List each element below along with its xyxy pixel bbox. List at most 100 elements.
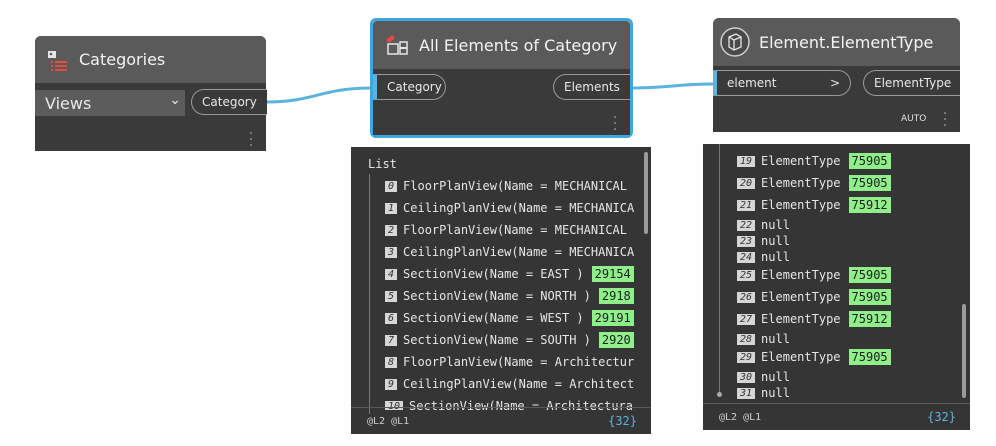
list-item: 2 FloorPlanView(Name = MECHANICAL: [385, 221, 627, 239]
element-type-input-port-label: element: [727, 76, 777, 90]
list-item-value: FloorPlanView(Name = MECHANICAL: [403, 223, 627, 237]
element-id-badge: 75912: [848, 311, 891, 327]
preview-list-header: List: [368, 157, 397, 171]
list-item: 6 SectionView(Name = WEST ) 29191: [385, 309, 634, 327]
categories-output-port-label: Category: [202, 95, 257, 109]
preview-footer-levels: @L2 @L1: [367, 416, 410, 427]
preview-scrollbar[interactable]: [644, 152, 648, 234]
list-item-value: CeilingPlanView(Name = Architect: [403, 377, 635, 391]
list-item-index: 1: [385, 202, 398, 214]
list-item: 0 FloorPlanView(Name = MECHANICAL: [385, 177, 627, 195]
list-item-value: null: [761, 332, 790, 346]
list-item-index: 0: [385, 180, 398, 192]
list-item-value: null: [761, 250, 790, 264]
all-elements-input-port[interactable]: Category: [373, 74, 446, 100]
categories-node-title: Categories: [79, 50, 166, 69]
list-item-value: null: [761, 218, 790, 232]
list-item-index: 26: [737, 291, 756, 303]
list-item-value: ElementType: [761, 290, 841, 304]
wire-categories-to-all-elements: [265, 86, 373, 104]
all-elements-node-title: All Elements of Category: [419, 35, 618, 55]
wire-all-elements-to-element-type: [629, 82, 714, 90]
list-item-index: 28: [737, 333, 756, 345]
all-elements-node-menu-icon[interactable]: · · ·: [612, 111, 618, 137]
element-type-icon: [719, 26, 751, 58]
categories-dropdown[interactable]: Views ⌄: [35, 90, 185, 116]
list-item: 21 ElementType 75912: [737, 196, 891, 214]
list-item-index: 2: [385, 224, 398, 236]
list-item-value: null: [761, 386, 790, 400]
element-type-input-port[interactable]: element >: [713, 70, 851, 96]
list-item: 25 ElementType 75905: [737, 266, 891, 284]
all-elements-preview: List 0 FloorPlanView(Name = MECHANICAL 1 Ce…: [351, 147, 651, 434]
preview-footer-count: {32}: [927, 410, 956, 424]
list-item-index: 7: [385, 334, 398, 346]
list-item-index: 29: [737, 351, 756, 363]
list-item-value: SectionView(Name = SOUTH ): [403, 333, 591, 347]
preview-footer-levels: @L2 @L1: [719, 412, 762, 423]
all-elements-output-port-label: Elements: [564, 80, 620, 94]
list-item: 29 ElementType 75905: [737, 348, 891, 366]
categories-node-header[interactable]: Categories: [35, 36, 266, 83]
lacing-indicator[interactable]: AUTO: [901, 114, 926, 124]
preview-tree-line: [719, 144, 720, 394]
element-type-node[interactable]: Element.ElementType element > ElementTyp…: [713, 18, 960, 133]
list-item-index: 4: [385, 268, 398, 280]
element-id-badge: 75905: [848, 349, 891, 365]
element-type-output-port-label: ElementType: [874, 76, 952, 90]
list-item-index: 9: [385, 378, 398, 390]
element-id-badge: 75905: [848, 289, 891, 305]
element-type-preview: 19 ElementType 75905 20 ElementType 75905 21 El…: [703, 144, 970, 430]
element-id-badge: 75912: [848, 197, 891, 213]
list-item-index: 20: [737, 177, 756, 189]
categories-dropdown-value: Views: [45, 93, 92, 113]
preview-tree-end-dot: [717, 392, 722, 397]
list-item-index: 19: [737, 155, 756, 167]
element-type-input-arrow: >: [829, 76, 840, 90]
list-item-value: ElementType: [761, 154, 841, 168]
all-elements-node-header[interactable]: All Elements of Category: [373, 21, 630, 69]
element-id-badge: 29154: [591, 266, 634, 282]
categories-node-menu-icon[interactable]: · · ·: [248, 127, 254, 153]
element-id-badge: 29191: [591, 310, 634, 326]
list-item: 3 CeilingPlanView(Name = MECHANICA: [385, 243, 634, 261]
list-item-index: 21: [737, 199, 756, 211]
preview-scrollbar[interactable]: [962, 304, 966, 398]
all-elements-output-port[interactable]: Elements: [553, 74, 630, 100]
list-item: 20 ElementType 75905: [737, 174, 891, 192]
list-item-value: SectionView(Name = NORTH ): [403, 289, 591, 303]
element-id-badge: 2918: [598, 288, 634, 304]
preview-list-items: 0 FloorPlanView(Name = MECHANICAL 1 Ceiling…: [385, 174, 637, 410]
element-type-output-port[interactable]: ElementType: [863, 70, 960, 96]
element-type-node-title: Element.ElementType: [759, 32, 934, 52]
list-item-index: 31: [737, 387, 756, 399]
list-item: 27 ElementType 75912: [737, 310, 891, 328]
element-type-node-menu-icon[interactable]: · · ·: [942, 107, 948, 133]
categories-node[interactable]: Categories Views ⌄ Category · · ·: [35, 36, 267, 153]
element-type-node-header[interactable]: Element.ElementType: [713, 18, 960, 66]
list-item-value: ElementType: [761, 312, 841, 326]
list-item-value: ElementType: [761, 268, 841, 282]
list-item-index: 3: [385, 246, 398, 258]
preview-footer-count: {32}: [608, 414, 637, 428]
categories-icon: [45, 48, 69, 72]
list-item: 1 CeilingPlanView(Name = MECHANICA: [385, 199, 634, 217]
list-item: 26 ElementType 75905: [737, 288, 891, 306]
list-item-index: 23: [737, 235, 756, 247]
list-item: 19 ElementType 75905: [737, 152, 891, 170]
list-item-index: 24: [737, 251, 756, 263]
list-item-value: CeilingPlanView(Name = MECHANICA: [403, 201, 635, 215]
list-item-value: CeilingPlanView(Name = MECHANICA: [403, 245, 635, 259]
list-item-index: 22: [737, 219, 756, 231]
element-id-badge: 75905: [848, 153, 891, 169]
all-elements-icon: [383, 32, 409, 58]
list-item: 24 null: [737, 248, 790, 266]
list-item-value: ElementType: [761, 198, 841, 212]
all-elements-node[interactable]: All Elements of Category Category Elemen…: [373, 21, 630, 137]
list-item-value: ElementType: [761, 176, 841, 190]
categories-output-port[interactable]: Category: [191, 89, 267, 115]
preview-tree-line: [369, 174, 370, 414]
list-item-value: null: [761, 234, 790, 248]
list-item-index: 6: [385, 312, 398, 324]
element-id-badge: 75905: [848, 175, 891, 191]
